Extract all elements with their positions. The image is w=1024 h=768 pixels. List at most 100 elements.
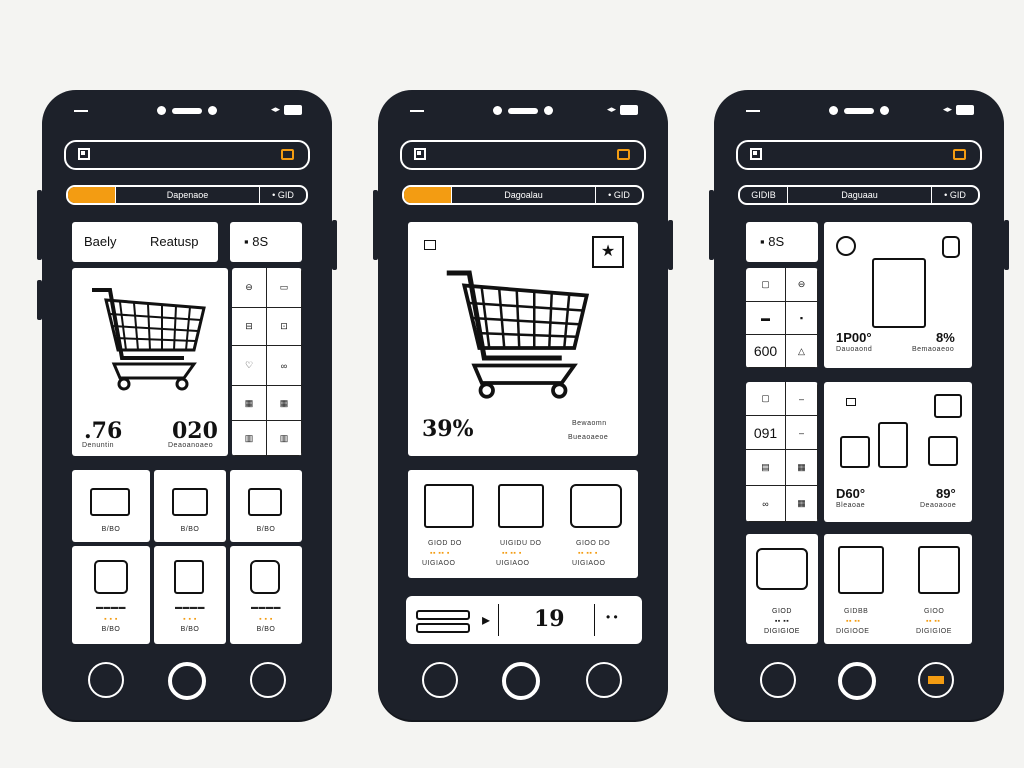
play-icon[interactable]: ▸ [482, 610, 490, 630]
products-row-2[interactable]: GIDBB GIOO ▪▪ ▪▪ ▪▪ ▪▪ DIGIOOE DIGIGIOE [824, 534, 972, 644]
barcode-icon-2: ▥ [279, 432, 289, 443]
small-square-icon [424, 240, 436, 250]
product-sub-1: DIGIGIOE [764, 628, 800, 635]
globe-nav-icon[interactable] [586, 662, 622, 698]
camera-product-icon [570, 484, 622, 528]
tile-label-left: Baely [84, 234, 117, 249]
tab-2[interactable]: Dagoalau [452, 187, 596, 203]
mini-grid-a[interactable]: ▢ ⊖ ▬ ▪ 600 △ [746, 268, 818, 368]
card-nav-icon[interactable] [918, 662, 954, 698]
rating-dots: ▪▪ ▪▪ ▪ [430, 550, 450, 557]
item-card-3[interactable]: B/BO [230, 470, 302, 542]
rating-dots: ▪▪ ▪▪ ▪ [578, 550, 598, 557]
item-card-6[interactable]: ▬▬▬▬ ▪ ▪ ▪ B/BO [230, 546, 302, 644]
item-sub-caption: ▬▬▬▬ [175, 604, 205, 611]
mini-grid-b[interactable]: ▢ – 091 – ▤ ▦ ∞ ▦ [746, 382, 818, 522]
caption-left: Dauoaond [836, 346, 873, 353]
status-bar: ◂▸ [42, 104, 332, 120]
tab-active[interactable] [68, 187, 116, 203]
tab-3[interactable]: • GID [932, 187, 978, 203]
triangle-icon: △ [798, 345, 805, 356]
monitor-icon [840, 436, 870, 468]
product-card-a[interactable]: 1P00° Dauoaond 8% Bemaoaeoo [824, 222, 972, 368]
mini-grid[interactable]: ⊖ ▭ ⊟ ⊡ ♡ ∞ ▦ ▦ ▥ ▥ [232, 268, 302, 456]
phone-icon [878, 422, 908, 468]
product-sub-2: UIGIAOO [496, 560, 530, 567]
hero-caption-left: Denuntin [82, 442, 115, 449]
hero-card[interactable]: ★ 39% Bewaomn Bueaoaeoe [408, 222, 638, 456]
toggle-icon: ⊖ [797, 279, 806, 289]
hero-value-right: 020 [172, 418, 218, 444]
product-sub-3: UIGIAOO [572, 560, 606, 567]
corner-label: ▪ 8S [760, 234, 785, 249]
tab-2[interactable]: Daguaau [788, 187, 932, 203]
home-nav-icon[interactable] [168, 662, 206, 700]
value-big: 1P00° [836, 330, 872, 345]
corner-tile[interactable]: ▪ 8S [746, 222, 818, 262]
camera-nav-icon[interactable] [760, 662, 796, 698]
products-card[interactable]: GIOD DO UIGIDU DO GIOO DO ▪▪ ▪▪ ▪ ▪▪ ▪▪ … [408, 470, 638, 578]
battery-icon [284, 104, 302, 115]
status-bar: ◂▸ [378, 104, 668, 120]
tablet-icon [172, 488, 208, 516]
circle-nav-icon[interactable] [422, 662, 458, 698]
tab-3[interactable]: • GID [596, 187, 642, 203]
search-bar[interactable] [64, 140, 310, 170]
menu-nav-icon[interactable] [250, 662, 286, 698]
bottom-bar[interactable]: ▸ 19 • • [406, 596, 642, 644]
box-icon: ▢ [761, 279, 770, 289]
dash-icon: ▬ [761, 313, 770, 323]
mini-value: 091 [746, 416, 786, 450]
item-caption: B/BO [180, 626, 200, 633]
corner-tile[interactable]: ▪ 8S [230, 222, 302, 262]
product-card-b[interactable]: D60° Bleaoae 89° Deaoaooe [824, 382, 972, 522]
more-icon[interactable]: • • [606, 610, 618, 624]
mini-value: 600 [746, 335, 786, 368]
item-card-4[interactable]: ▬▬▬▬ ▪ ▪ ▪ B/BO [72, 546, 150, 644]
tab-active[interactable] [404, 187, 452, 203]
item-sub-caption: ▬▬▬▬ [251, 604, 281, 611]
label-tile[interactable]: Baely Reatusp [72, 222, 218, 262]
list-icon: ▤ [761, 462, 770, 472]
box-icon: ⊟ [245, 321, 253, 331]
product-caption-3: GIOO [924, 608, 945, 615]
monitor-icon [248, 488, 282, 516]
camera-icon[interactable] [281, 149, 294, 160]
item-card-2[interactable]: B/BO [154, 470, 226, 542]
home-nav-icon[interactable] [838, 662, 876, 700]
tablet-icon [934, 394, 962, 418]
item-sub-caption: ▪ ▪ ▪ [183, 616, 197, 623]
rating-dots: ▪▪ ▪▪ [774, 618, 790, 625]
cart-nav-icon[interactable] [88, 662, 124, 698]
camera-product-icon [756, 548, 808, 590]
laptop-icon [90, 488, 130, 516]
shopping-cart-icon [446, 270, 590, 399]
grid-icon: ▦ [797, 498, 806, 508]
product-sub-2: DIGIOOE [836, 628, 870, 635]
hero-value: 39% [422, 416, 474, 442]
item-card-1[interactable]: B/BO [72, 470, 150, 542]
search-bar[interactable] [736, 140, 982, 170]
tab-bar[interactable]: GIDIB Daguaau • GID [738, 185, 980, 205]
phones-stack-icon [838, 546, 884, 594]
signal-icon: ◂▸ [942, 104, 952, 114]
tab-bar[interactable]: Dapenaoe • GID [66, 185, 308, 205]
home-nav-icon[interactable] [502, 662, 540, 700]
item-card-5[interactable]: ▬▬▬▬ ▪ ▪ ▪ B/BO [154, 546, 226, 644]
tab-bar[interactable]: Dagoalau • GID [402, 185, 644, 205]
camera-icon[interactable] [617, 149, 630, 160]
tab-3[interactable]: • GID [260, 187, 306, 203]
speaker-icon [174, 560, 204, 594]
grid-icon: ▦ [797, 462, 806, 472]
search-bar[interactable] [400, 140, 646, 170]
tab-2[interactable]: Dapenaoe [116, 187, 260, 203]
watch-icon [250, 560, 280, 594]
hero-caption-1: Bewaomn [572, 420, 607, 427]
phone-3: ◂▸ GIDIB Daguaau • GID ▪ 8S ▢ ⊖ ▬ ▪ 600 … [709, 90, 1009, 720]
products-row[interactable]: GIOD ▪▪ ▪▪ DIGIGIOE [746, 534, 818, 644]
hero-caption-right: Deaoanoaeo [168, 442, 214, 449]
value-big: D60° [836, 486, 866, 501]
hero-card[interactable]: .76 Denuntin 020 Deaoanoaeo [72, 268, 228, 456]
camera-icon[interactable] [953, 149, 966, 160]
tab-1[interactable]: GIDIB [740, 187, 788, 203]
